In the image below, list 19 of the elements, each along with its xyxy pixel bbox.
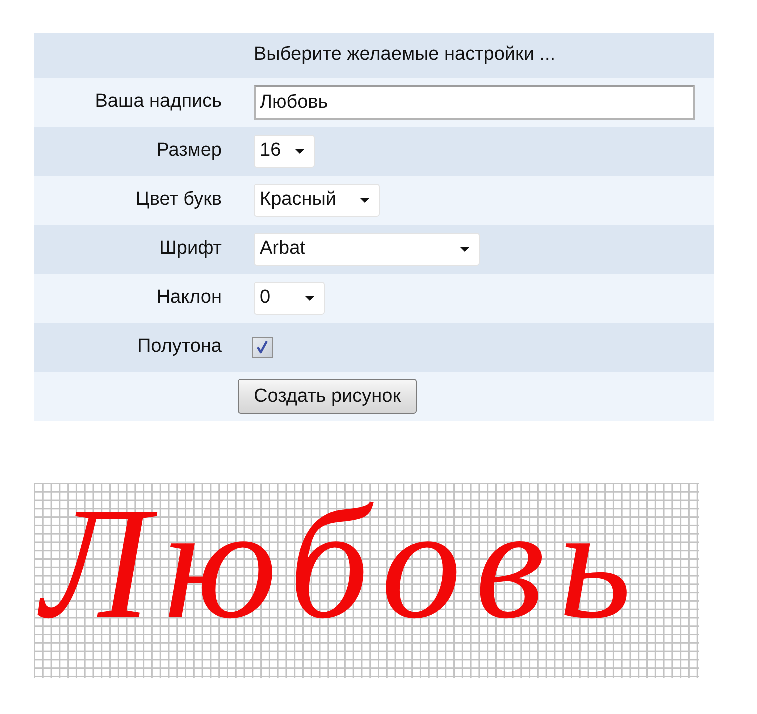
caret-icon [305,296,315,301]
field-label: Шрифт [159,238,222,260]
preview-text: Любовь [36,483,656,643]
field-label: Размер [156,140,222,162]
dropdown[interactable]: Красный [254,184,380,217]
form-heading: Выберите желаемые настройки ... [254,43,556,68]
checkbox[interactable] [252,337,273,358]
caret-icon [460,247,470,252]
text-field[interactable]: Любовь [254,85,695,120]
field-label: Наклон [156,287,222,308]
field-label: Полутона [137,336,222,358]
dropdown[interactable]: 16 [254,135,315,168]
caret-icon [360,198,370,203]
caret-icon [295,149,305,154]
create-image-button[interactable]: Создать рисунок [238,379,418,414]
dropdown[interactable]: Arbat [254,233,480,266]
field-label: Цвет букв [136,189,222,210]
dropdown[interactable]: 0 [254,282,325,315]
field-label: Ваша надпись [95,91,222,112]
